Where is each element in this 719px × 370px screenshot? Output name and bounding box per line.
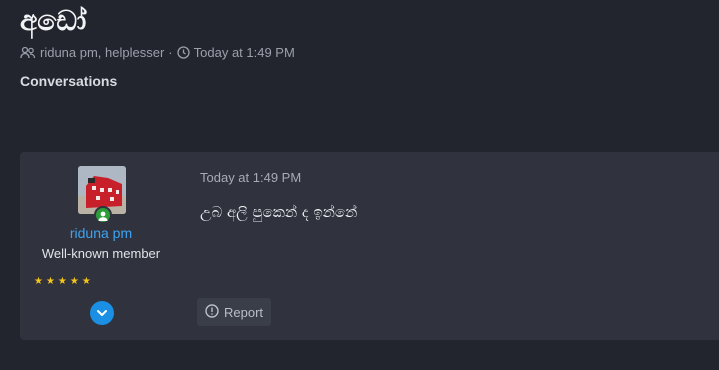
message-body: උබ අලි පුකෙන් ද ඉන්නේ bbox=[200, 203, 358, 221]
online-status-icon bbox=[94, 206, 112, 224]
users-icon bbox=[20, 46, 36, 60]
user-title: Well-known member bbox=[41, 246, 161, 261]
page-title: අඩෝ bbox=[20, 4, 87, 37]
participants-text[interactable]: riduna pm, helplesser bbox=[40, 45, 164, 60]
report-icon bbox=[205, 303, 219, 321]
expand-user-button[interactable] bbox=[90, 301, 114, 325]
breadcrumb[interactable]: Conversations bbox=[20, 73, 117, 89]
report-button[interactable]: Report bbox=[197, 298, 272, 326]
meta-separator: · bbox=[168, 45, 173, 60]
message-date[interactable]: Today at 1:49 PM bbox=[200, 170, 301, 185]
user-rating-stars: ★★★★★ bbox=[34, 276, 94, 287]
report-label: Report bbox=[224, 304, 264, 320]
thread-meta: riduna pm, helplesser · Today at 1:49 PM bbox=[20, 45, 295, 60]
message-card: riduna pm Well-known member ★★★★★ Today … bbox=[20, 152, 719, 340]
username-link[interactable]: riduna pm bbox=[20, 225, 182, 241]
thread-time[interactable]: Today at 1:49 PM bbox=[194, 45, 295, 60]
clock-icon bbox=[176, 46, 190, 59]
chevron-down-icon bbox=[96, 304, 108, 323]
message-user-cell: riduna pm Well-known member ★★★★★ bbox=[20, 152, 182, 340]
